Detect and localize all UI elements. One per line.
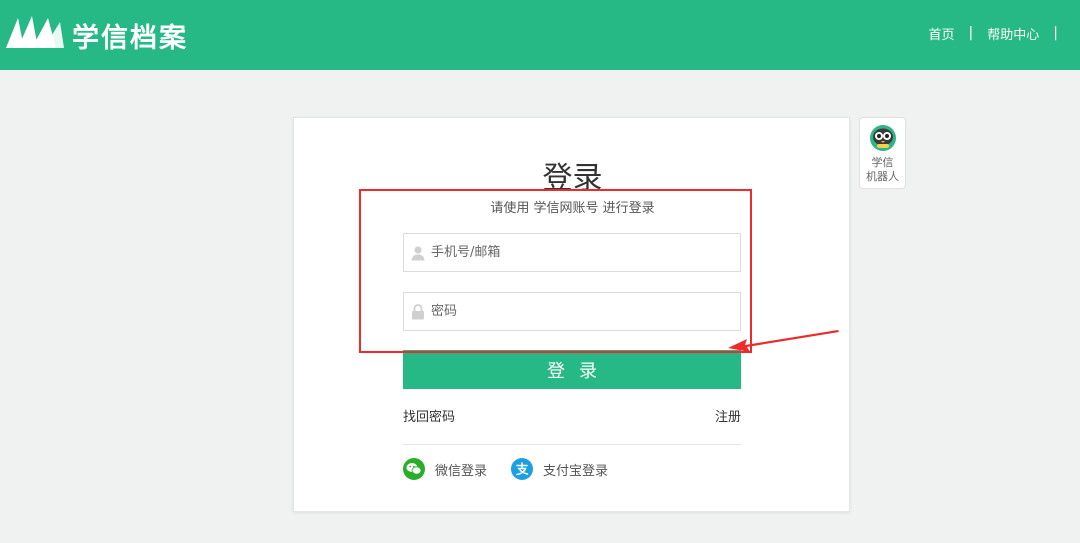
nav-separator: | — [1053, 25, 1058, 41]
forgot-password-link[interactable]: 找回密码 — [403, 406, 455, 425]
highlight-box — [359, 189, 752, 353]
robot-label-line1: 学信 — [871, 156, 894, 169]
assistant-robot-button[interactable]: 学信 机器人 — [859, 117, 906, 189]
brand-name[interactable]: 学信档案 — [72, 16, 188, 55]
robot-avatar-icon — [869, 125, 896, 151]
divider — [403, 444, 741, 445]
nav-separator: | — [968, 25, 974, 41]
wechat-login-label: 微信登录 — [435, 463, 488, 479]
highlight-arrow-icon — [728, 330, 839, 352]
alipay-icon — [511, 458, 533, 480]
header-bar: 学信档案 首页 | 帮助中心 | — [0, 0, 1080, 70]
logo-icon — [6, 16, 64, 48]
nav-help-link[interactable]: 帮助中心 — [987, 24, 1039, 43]
alipay-login-button[interactable]: 支付宝登录 — [511, 458, 608, 480]
wechat-login-button[interactable]: 微信登录 — [403, 458, 487, 480]
auth-links: 找回密码 注册 — [403, 406, 741, 425]
wechat-icon — [403, 458, 425, 480]
robot-label-line2: 机器人 — [866, 170, 899, 183]
login-button[interactable]: 登录 — [403, 350, 741, 389]
register-link[interactable]: 注册 — [715, 406, 741, 425]
alipay-login-label: 支付宝登录 — [543, 463, 609, 479]
top-nav: 首页 | 帮助中心 | — [929, 23, 1072, 43]
nav-home-link[interactable]: 首页 — [929, 24, 955, 43]
